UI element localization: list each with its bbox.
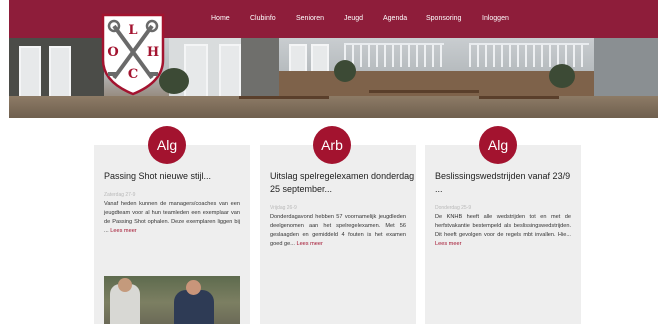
category-badge: Alg — [148, 126, 186, 164]
logo-letter: H — [147, 45, 159, 60]
news-date: Donderdag 25-9 — [435, 205, 472, 211]
nav-jeugd[interactable]: Jeugd — [344, 15, 363, 22]
news-date: Zaterdag 27-9 — [104, 192, 136, 198]
hero-railing — [469, 43, 589, 67]
hero-door — [219, 44, 241, 100]
hero-plant — [549, 64, 575, 88]
hero-railing — [344, 43, 444, 67]
photo-face — [118, 278, 132, 292]
hero-window — [49, 46, 71, 100]
hero-picnic-table — [479, 96, 559, 99]
logo-letter: O — [107, 45, 118, 60]
club-logo[interactable]: L O H C — [100, 12, 166, 96]
hero-ground — [9, 96, 658, 118]
read-more-link[interactable]: Lees meer — [435, 241, 461, 247]
hero-window — [19, 46, 41, 100]
read-more-link[interactable]: Lees meer — [296, 241, 322, 247]
news-title[interactable]: Uitslag spelregelexamen donderdag 25 sep… — [270, 170, 416, 196]
category-badge: Alg — [479, 126, 517, 164]
news-excerpt: Donderdagavond hebben 57 voornamelijk je… — [270, 213, 406, 249]
photo-face — [186, 280, 201, 295]
nav-sponsoring[interactable]: Sponsoring — [426, 15, 461, 22]
nav-clubinfo[interactable]: Clubinfo — [250, 15, 276, 22]
logo-letter: C — [128, 67, 138, 82]
read-more-link[interactable]: Lees meer — [110, 228, 136, 234]
news-title[interactable]: Passing Shot nieuwe stijl... — [104, 170, 244, 183]
hero-building-right — [594, 38, 658, 100]
news-date: Vrijdag 26-9 — [270, 205, 297, 211]
excerpt-text: Donderdagavond hebben 57 voornamelijk je… — [270, 214, 406, 247]
news-title[interactable]: Beslissingswedstrijden vanaf 23/9 ... — [435, 170, 575, 196]
news-excerpt: De KNHB heeft alle wedstrijden tot en me… — [435, 213, 571, 249]
photo-person — [174, 290, 214, 324]
hero-picnic-table — [369, 90, 479, 93]
page: Home Clubinfo Senioren Jeugd Agenda Spon… — [0, 0, 658, 324]
news-excerpt: Vanaf heden kunnen de managers/coaches v… — [104, 200, 240, 236]
hero-stone-wall — [241, 38, 279, 100]
nav-home[interactable]: Home — [211, 15, 230, 22]
hero-picnic-table — [239, 96, 329, 99]
news-photo[interactable] — [104, 276, 240, 324]
hero-door — [184, 44, 208, 100]
category-badge: Arb — [313, 126, 351, 164]
club-crest-icon: L O H C — [101, 13, 165, 96]
hero-plant — [334, 60, 356, 82]
logo-letter: L — [128, 23, 137, 38]
nav-agenda[interactable]: Agenda — [383, 15, 407, 22]
nav-inloggen[interactable]: Inloggen — [482, 15, 509, 22]
nav-senioren[interactable]: Senioren — [296, 15, 324, 22]
excerpt-text: De KNHB heeft alle wedstrijden tot en me… — [435, 214, 571, 238]
